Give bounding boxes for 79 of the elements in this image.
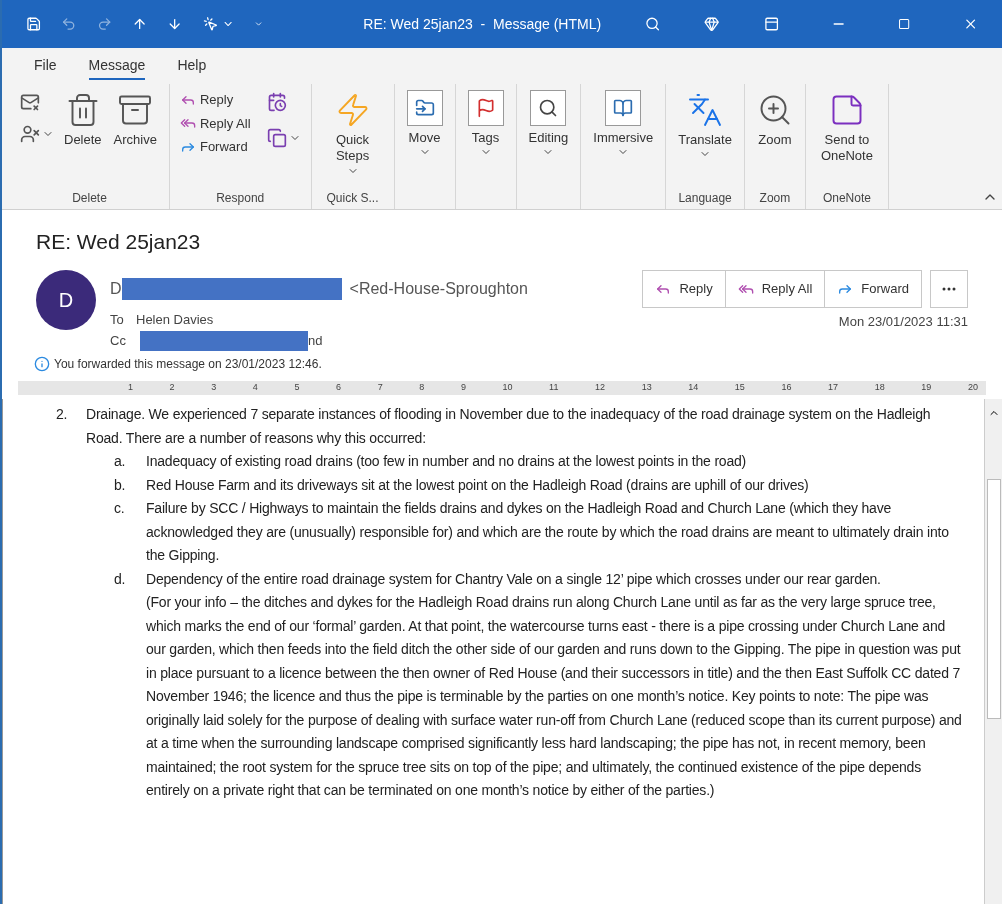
recipient-name: Helen Davies	[136, 310, 214, 329]
ruler-number: 20	[967, 381, 978, 395]
ruler-number: 2	[169, 381, 175, 395]
list-item-text: Failure by SCC / Highways to maintain the fields drains and dykes on the Hadleigh Road and Church Lane (which they have acknowledged they are (unusually) responsible for) and which are the route by which the road drains are meant to ultimately drain into the Gipping.	[146, 499, 950, 565]
ribbon-button[interactable]: Quick Steps	[317, 88, 388, 177]
ruler-number: 8	[419, 381, 425, 395]
ruler-number: 7	[377, 381, 383, 395]
group-label: Respond	[216, 190, 265, 207]
ribbon-small-button[interactable]: Reply	[175, 88, 255, 112]
group-label: Language	[678, 190, 732, 207]
group-label: Quick S...	[326, 190, 379, 207]
paragraph: (For your info – the ditches and dykes for the Hadleigh Road drains run along Church Lane until as far as the very large spruce tree, which marks the end of our ‘formal’ garden. At that point, the watercourse turns east - there is a pipe crossing under Church Lane and our garden, which then feeds into the field ditch the other side of our garden and runs down to the Gipping. The pipe in question was put in place pursuant to a licence between the then owner of Red House (and their successors in title) and the then East Suffolk CC dated 7 November 1946; the licence and thus the pipe is terminable by the parties on one month’s notice. Key points to note: The pipe was originally laid solely for the purpose of dealing with surface water run-off from Church Lane (reduced scope than its current purpose) and at a time when the surrounding landscape comprised significantly less hard landscaping; the pipe has not, in recent memory, been maintained; the root system for the spruce tree sits on top of the pipe; and ultimately, the continued existence of the pipe depends entirely on a private right that can be terminated on one month’s notice by either of the parties.)	[146, 593, 963, 800]
header-action-button[interactable]: Reply	[643, 270, 725, 307]
window-title: RE: Wed 25jan23 - Message (HTML)	[363, 14, 602, 34]
menu-tab[interactable]: Help	[177, 55, 207, 80]
ribbon-small-button[interactable]: Forward	[175, 135, 255, 159]
list-marker: b.	[114, 475, 127, 495]
ruler-number: 13	[641, 381, 652, 395]
ruler-number: 19	[921, 381, 932, 395]
sender-avatar: D	[36, 269, 96, 330]
person-blocked-icon	[20, 124, 40, 144]
copy-icon	[266, 128, 287, 148]
header-action-button[interactable]: Reply All	[724, 270, 825, 307]
list-marker: c.	[114, 499, 126, 518]
ruler-number: 18	[874, 381, 885, 395]
menu-tab[interactable]: Message	[88, 55, 146, 80]
ribbon-button[interactable]: Archive	[107, 88, 163, 149]
ruler-number: 12	[595, 381, 606, 395]
message-date: Mon 23/01/2023 11:31	[838, 312, 968, 331]
ribbon-button[interactable]: Translate	[672, 88, 738, 161]
ribbon-button[interactable]: Send to OneNote	[811, 88, 882, 165]
cc-label: Cc	[110, 332, 127, 351]
ribbon-small-button[interactable]: Reply All	[175, 111, 255, 135]
list-marker: d.	[114, 569, 127, 589]
ribbon-button[interactable]: Editing	[522, 88, 575, 159]
translate-icon	[687, 92, 724, 128]
ribbon-button[interactable]: Tags	[461, 88, 510, 159]
ruler-number: 1	[128, 381, 133, 395]
ruler-number: 16	[781, 381, 792, 395]
envelope-blocked-icon	[20, 92, 40, 112]
forward-notice: You forwarded this message on 23/01/2023 12:46.	[54, 356, 322, 373]
message-subject: RE: Wed 25jan23	[36, 229, 202, 255]
sender-address: <Red-House-Sproughton	[349, 278, 528, 299]
more-icon	[942, 286, 956, 291]
ruler-number: 11	[549, 381, 559, 395]
group-label: Zoom	[759, 190, 791, 207]
group-label: Delete	[72, 190, 107, 207]
scroll-thumb[interactable]	[986, 479, 1001, 719]
ribbon-button[interactable]: Immersive	[587, 88, 660, 159]
ruler-number: 15	[734, 381, 745, 395]
to-label: To	[110, 310, 125, 329]
maximize-icon[interactable]	[898, 16, 911, 32]
list-number: 2.	[56, 405, 69, 424]
search-icon	[538, 98, 559, 118]
ruler-number: 10	[502, 381, 513, 395]
list-item-text: Red House Farm and its driveways sit at the lowest point on the Hadleigh Road (drains are uphill of our drives)	[146, 475, 809, 495]
ruler-number: 17	[828, 381, 839, 395]
ribbon-button[interactable]: Delete	[58, 88, 108, 149]
paragraph: Drainage. We experienced 7 separate instances of flooding in November due to the inadequacy of the road drainage system on the Hadleigh Road. There are a number of reasons why this occurred:	[86, 405, 932, 448]
ruler-number: 4	[252, 381, 258, 395]
list-item-text: Inadequacy of existing road drains (too few in number and no drains at the lowest points in the road)	[146, 452, 747, 471]
info-icon	[34, 356, 50, 372]
calendar-icon	[266, 92, 287, 112]
ruler-number: 14	[688, 381, 699, 395]
header-action-button[interactable]: Forward	[824, 270, 921, 307]
list-marker: a.	[114, 452, 127, 471]
ruler-number: 9	[460, 381, 466, 395]
ruler-number: 6	[336, 381, 342, 395]
ribbon-button[interactable]: Move	[400, 88, 449, 159]
cc-recipient: nd	[308, 332, 323, 351]
ruler-number: 3	[211, 381, 217, 395]
menu-tab[interactable]: File	[34, 55, 57, 80]
ribbon-button[interactable]: Zoom	[750, 88, 799, 149]
book-icon	[613, 98, 634, 118]
ruler-number: 5	[294, 381, 300, 395]
sender-name: D	[110, 278, 122, 299]
list-item-text: Dependency of the entire road drainage system for Chantry Vale on a single 12’ pipe which crosses under our rear garden.	[146, 569, 881, 589]
folder-arrow-icon	[414, 98, 435, 118]
group-label: OneNote	[822, 190, 871, 207]
